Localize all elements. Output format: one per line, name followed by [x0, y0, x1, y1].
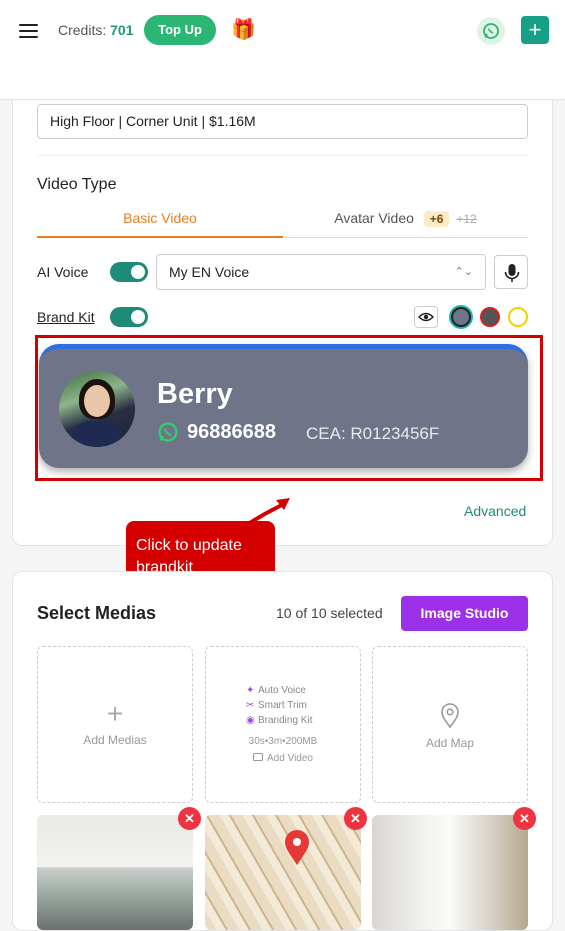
whatsapp-icon: [483, 23, 499, 39]
credits-label: Credits:: [58, 22, 107, 38]
map-thumbnail[interactable]: [205, 815, 361, 930]
chevron-updown-icon: ⌃⌄: [454, 266, 473, 278]
ai-voice-label: AI Voice: [37, 264, 89, 280]
eye-icon: [418, 312, 434, 322]
top-bar: Credits: 701 Top Up 🎁 +: [0, 0, 565, 100]
swatch-dark[interactable]: [480, 307, 500, 327]
media-thumbnail[interactable]: [37, 815, 193, 930]
image-studio-button[interactable]: Image Studio: [401, 596, 528, 631]
brand-kit-link[interactable]: Brand Kit: [37, 309, 95, 325]
advanced-link[interactable]: Advanced: [464, 503, 526, 519]
menu-icon[interactable]: [19, 22, 39, 38]
brand-name: Berry: [157, 378, 233, 410]
preview-button[interactable]: [414, 306, 438, 328]
voice-select-value: My EN Voice: [169, 264, 250, 280]
add-medias-tile[interactable]: + Add Medias: [37, 646, 193, 803]
credits-display: Credits: 701: [58, 22, 133, 38]
tab-basic-video[interactable]: Basic Video: [37, 210, 283, 238]
media-thumbnail[interactable]: [372, 815, 528, 930]
remove-media-button[interactable]: ✕: [344, 807, 367, 830]
wand-icon: ✦: [246, 685, 255, 696]
credits-value: 701: [110, 22, 134, 38]
add-button[interactable]: +: [521, 16, 549, 44]
plus-icon: +: [106, 698, 124, 729]
top-up-button[interactable]: Top Up: [144, 15, 216, 45]
feature-branding-kit: ◉ Branding Kit: [246, 715, 313, 726]
scissors-icon: ✂: [246, 700, 255, 711]
whatsapp-button[interactable]: [477, 17, 505, 45]
tab-avatar-label: Avatar Video: [334, 210, 414, 226]
avatar-old-cost: +12: [456, 212, 477, 226]
map-pin-icon: [285, 830, 309, 865]
add-video-tile[interactable]: ✦ Auto Voice ✂ Smart Trim ◉ Branding Kit 30…: [205, 646, 361, 803]
brand-kit-toggle[interactable]: [110, 307, 148, 327]
video-icon: [253, 753, 264, 761]
feature-auto-voice: ✦ Auto Voice: [246, 685, 306, 696]
voice-select[interactable]: My EN Voice ⌃⌄: [156, 254, 486, 290]
avatar-cost-badge: +6: [423, 211, 450, 227]
user-circle-icon: ◉: [246, 715, 255, 726]
remove-media-button[interactable]: ✕: [513, 807, 536, 830]
tab-basic-label: Basic Video: [123, 210, 197, 226]
add-video-label-row: Add Video: [206, 753, 360, 764]
brand-phone: 96886688: [187, 421, 276, 443]
add-medias-label: Add Medias: [83, 733, 147, 747]
divider: [37, 155, 528, 156]
add-map-tile[interactable]: Add Map: [372, 646, 528, 803]
whatsapp-icon: [158, 422, 178, 442]
remove-media-button[interactable]: ✕: [178, 807, 201, 830]
tab-avatar-video[interactable]: Avatar Video +6 +12: [283, 210, 528, 238]
avatar: [59, 371, 135, 447]
video-limits: 30s•3m•200MB: [248, 736, 318, 747]
feature-smart-trim: ✂ Smart Trim: [246, 700, 307, 711]
map-pin-icon: [441, 703, 459, 729]
brand-cea: CEA: R0123456F: [306, 424, 440, 443]
microphone-icon: [504, 264, 520, 282]
select-medias-title: Select Medias: [37, 603, 157, 623]
video-type-label: Video Type: [37, 176, 117, 193]
gift-icon[interactable]: 🎁: [231, 17, 256, 42]
listing-title-input[interactable]: High Floor | Corner Unit | $1.16M: [37, 104, 528, 139]
selected-count: 10 of 10 selected: [276, 605, 383, 621]
ai-voice-toggle[interactable]: [110, 262, 148, 282]
swatch-white[interactable]: [508, 307, 528, 327]
add-map-label: Add Map: [425, 736, 475, 750]
record-voice-button[interactable]: [494, 255, 528, 289]
swatch-gray[interactable]: [451, 307, 471, 327]
